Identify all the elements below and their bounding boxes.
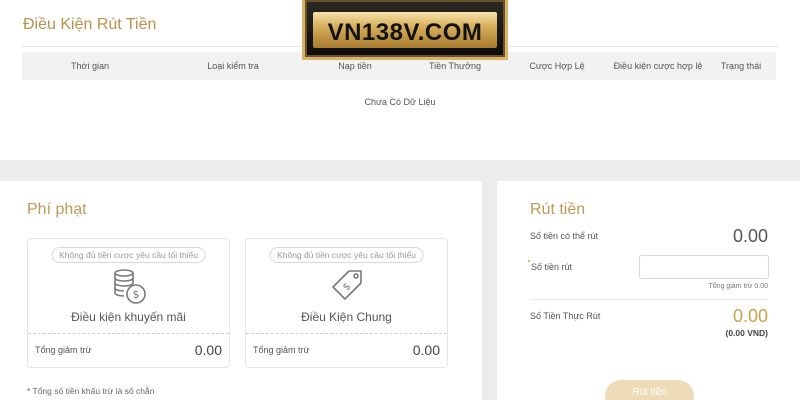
total-deduction-value: 0.00 bbox=[194, 342, 222, 358]
column-header-deposit: Nạp tiền bbox=[338, 61, 372, 71]
promotion-condition-label: Điều kiện khuyến mãi bbox=[71, 310, 186, 324]
deduction-note: * Tổng số tiền khấu trừ là số chẵn bbox=[27, 386, 155, 396]
empty-table-message: Chưa Có Dữ Liệu bbox=[364, 97, 436, 107]
box-divider bbox=[246, 333, 447, 334]
insufficient-bet-badge: Không đủ tiền cược yêu cầu tối thiểu bbox=[269, 247, 424, 263]
withdraw-amount-input[interactable] bbox=[639, 255, 769, 279]
insufficient-bet-badge: Không đủ tiền cược yêu cầu tối thiểu bbox=[51, 247, 206, 263]
actual-amount-value: 0.00 bbox=[732, 306, 768, 326]
penalty-title: Phí phạt bbox=[27, 201, 87, 218]
column-header-time: Thời gian bbox=[71, 61, 109, 71]
logo-plate: VN138V.COM bbox=[313, 12, 497, 48]
column-header-status: Trạng thái bbox=[720, 61, 762, 71]
box-divider bbox=[28, 333, 229, 334]
column-header-check-type: Loại kiểm tra bbox=[207, 61, 259, 71]
withdraw-conditions-title: Điều Kiện Rút Tiền bbox=[23, 16, 157, 33]
actual-amount-vnd: (0.00 VND) bbox=[725, 328, 768, 338]
logo-text: VN138V.COM bbox=[327, 19, 483, 46]
svg-text:$: $ bbox=[340, 281, 352, 293]
required-marker bbox=[528, 260, 530, 262]
column-header-bonus: Tiền Thưởng bbox=[429, 61, 481, 71]
total-deduction-label: Tổng giảm trừ bbox=[35, 345, 92, 355]
withdraw-amount-label: Số tiền rút bbox=[531, 262, 573, 272]
divider bbox=[530, 299, 768, 300]
total-deduction-label: Tổng giảm trừ bbox=[253, 345, 310, 355]
actual-amount-label: Số Tiền Thực Rút bbox=[530, 311, 601, 321]
coins-dollar-icon: $ bbox=[109, 267, 149, 307]
column-header-valid-bet-condition: Điều kiện cược hợp lệ bbox=[613, 61, 703, 71]
available-amount-value: 0.00 bbox=[732, 226, 768, 246]
brand-logo[interactable]: VN138V.COM bbox=[302, 0, 508, 60]
general-condition-box: Không đủ tiền cược yêu cầu tối thiểu $ Đ… bbox=[245, 238, 448, 368]
promotion-condition-box: Không đủ tiền cược yêu cầu tối thiểu $ Đ… bbox=[27, 238, 230, 368]
price-tag-dollar-icon: $ bbox=[327, 267, 367, 307]
withdraw-button[interactable]: Rút tiền bbox=[605, 380, 694, 400]
general-condition-label: Điều Kiện Chung bbox=[301, 310, 392, 324]
total-deduction-value: 0.00 bbox=[412, 342, 440, 358]
svg-text:$: $ bbox=[132, 288, 139, 301]
available-amount-label: Số tiền có thể rút bbox=[530, 231, 599, 241]
withdraw-title: Rút tiền bbox=[530, 201, 586, 218]
deduction-hint: Tổng giảm trừ 0.00 bbox=[708, 283, 768, 290]
column-header-valid-bet: Cược Hợp Lệ bbox=[529, 61, 585, 71]
